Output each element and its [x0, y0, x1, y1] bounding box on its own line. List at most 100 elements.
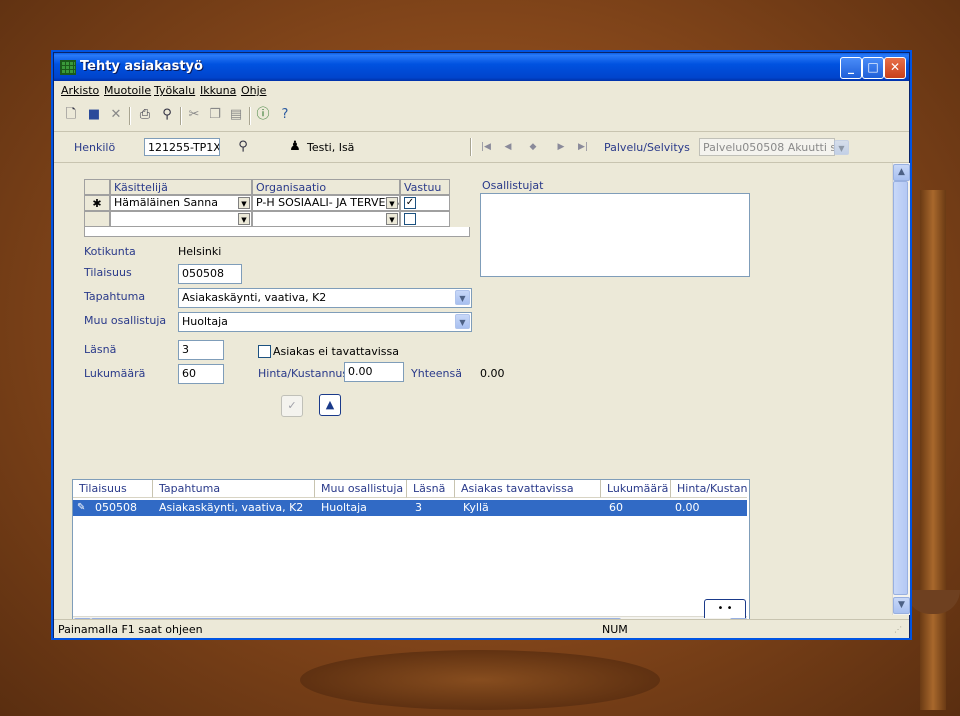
status-num-indicator: NUM — [602, 623, 628, 636]
minimize-button[interactable]: _ — [840, 57, 862, 79]
row-muu-osallistuja: Huoltaja — [321, 501, 367, 514]
window-title: Tehty asiakastyö — [80, 59, 203, 74]
lukumaara-input[interactable]: 60 — [178, 364, 224, 384]
status-help-text: Painamalla F1 saat ohjeen — [58, 623, 203, 636]
form-content: Käsittelijä Organisaatio Vastuu ✱ Hämälä… — [54, 163, 892, 635]
kasittelija-dropdown-arrow-icon[interactable]: ▼ — [238, 213, 250, 225]
paste-icon[interactable]: ▤ — [227, 106, 245, 124]
move-up-button[interactable]: ▲ — [319, 394, 341, 416]
menu-bar: Arkisto Muotoile Työkalu Ikkuna Ohje — [54, 81, 909, 101]
previous-record-button[interactable]: ◀ — [501, 141, 515, 153]
muu-osallistuja-dropdown-arrow-icon[interactable]: ▼ — [455, 314, 470, 329]
henkilo-input[interactable]: 121255-TP1X — [144, 138, 220, 156]
toolbar-separator — [249, 107, 251, 125]
copy-icon[interactable]: ❐ — [206, 106, 224, 124]
person-search-icon[interactable]: ⚲ — [234, 138, 252, 156]
menu-tyokalu[interactable]: Työkalu — [154, 84, 195, 97]
person-icon: ♟ — [289, 139, 301, 154]
column-header-asiakas-tavattavissa[interactable]: Asiakas tavattavissa — [455, 480, 601, 498]
current-record-button[interactable]: ◆ — [526, 141, 540, 153]
row-lasna: 3 — [415, 501, 422, 514]
column-header-muu-osallistuja[interactable]: Muu osallistuja — [315, 480, 407, 498]
background-base-decoration — [300, 650, 660, 710]
vastuu-checkbox[interactable] — [404, 213, 416, 225]
status-bar: Painamalla F1 saat ohjeen NUM ⋰ — [54, 619, 909, 638]
toolbar: 🗋 ■ ✕ ⎙ ⚲ ✂ ❐ ▤ ⓘ ? — [54, 103, 909, 129]
toolbar-separator — [180, 107, 182, 125]
bottom-action-button[interactable]: • • — [704, 599, 746, 618]
grid-header-kasittelija[interactable]: Käsittelijä — [110, 179, 252, 195]
kotikunta-value: Helsinki — [178, 245, 222, 258]
grid-header-organisaatio[interactable]: Organisaatio — [252, 179, 400, 195]
grid-header-vastuu[interactable]: Vastuu — [400, 179, 450, 195]
find-icon[interactable]: ⚲ — [158, 106, 176, 124]
kasittelija-dropdown-arrow-icon[interactable]: ▼ — [238, 197, 250, 209]
menu-ikkuna[interactable]: Ikkuna — [200, 84, 236, 97]
row-asiakas-tavattavissa: Kyllä — [463, 501, 489, 514]
muu-osallistuja-label: Muu osallistuja — [84, 314, 167, 327]
first-record-button[interactable]: |◀ — [479, 141, 493, 153]
row-hinta: 0.00 — [675, 501, 700, 514]
pencil-edit-icon: ✎ — [77, 502, 86, 513]
info-icon[interactable]: ⓘ — [254, 106, 272, 124]
hinta-input[interactable]: 0.00 — [344, 362, 404, 382]
resize-grip-icon[interactable]: ⋰ — [894, 624, 906, 636]
app-window: Tehty asiakastyö _ □ ✕ Arkisto Muotoile … — [53, 52, 910, 638]
kasittelija-cell-empty[interactable] — [110, 211, 252, 227]
app-grid-icon — [60, 60, 76, 75]
ei-tavattavissa-label: Asiakas ei tavattavissa — [273, 345, 399, 358]
help-icon[interactable]: ? — [276, 106, 294, 124]
tapahtuma-select[interactable]: Asiakaskäynti, vaativa, K2 — [178, 288, 472, 308]
palvelu-dropdown-arrow-icon[interactable]: ▼ — [834, 140, 849, 155]
osallistujat-list[interactable] — [480, 193, 750, 277]
window-vertical-scrollbar[interactable]: ▲ ▼ — [892, 163, 910, 615]
person-nav-bar: Henkilö 121255-TP1X ⚲ ♟ Testi, Isä |◀ ◀ … — [54, 131, 909, 163]
muu-osallistuja-select[interactable]: Huoltaja — [178, 312, 472, 332]
column-header-tilaisuus[interactable]: Tilaisuus — [73, 480, 153, 498]
scroll-down-arrow-icon[interactable]: ▼ — [893, 597, 910, 614]
title-bar[interactable]: Tehty asiakastyö _ □ ✕ — [54, 53, 909, 81]
column-header-tapahtuma[interactable]: Tapahtuma — [153, 480, 315, 498]
osallistujat-label: Osallistujat — [482, 179, 544, 192]
column-header-lukumaara[interactable]: Lukumäärä — [601, 480, 671, 498]
organisaatio-dropdown-arrow-icon[interactable]: ▼ — [386, 197, 398, 209]
close-button[interactable]: ✕ — [884, 57, 906, 79]
accept-check-button[interactable]: ✓ — [281, 395, 303, 417]
vastuu-checkbox[interactable]: ✓ — [404, 197, 416, 209]
nav-separator — [470, 138, 472, 156]
menu-ohje[interactable]: Ohje — [241, 84, 266, 97]
lukumaara-label: Lukumäärä — [84, 367, 146, 380]
tapahtuma-label: Tapahtuma — [84, 290, 146, 303]
ei-tavattavissa-checkbox[interactable] — [258, 345, 271, 358]
kotikunta-label: Kotikunta — [84, 245, 136, 258]
kasittelija-cell[interactable]: Hämäläinen Sanna — [110, 195, 252, 211]
organisaatio-dropdown-arrow-icon[interactable]: ▼ — [386, 213, 398, 225]
vertical-scroll-thumb[interactable] — [893, 181, 908, 595]
maximize-button[interactable]: □ — [862, 57, 884, 79]
lasna-input[interactable]: 3 — [178, 340, 224, 360]
grid-filler — [84, 227, 470, 237]
tapahtuma-dropdown-arrow-icon[interactable]: ▼ — [455, 290, 470, 305]
print-icon[interactable]: ⎙ — [136, 106, 154, 124]
cut-icon[interactable]: ✂ — [185, 106, 203, 124]
save-icon[interactable]: ■ — [85, 106, 103, 124]
delete-icon[interactable]: ✕ — [107, 106, 125, 124]
organisaatio-cell-empty[interactable] — [252, 211, 400, 227]
yhteensa-value: 0.00 — [480, 367, 505, 380]
tilaisuus-input[interactable]: 050508 — [178, 264, 242, 284]
new-document-icon[interactable]: 🗋 — [62, 106, 80, 124]
row-marker-new: ✱ — [84, 195, 110, 211]
background-scale-pan-decoration — [906, 590, 960, 614]
last-record-button[interactable]: ▶| — [576, 141, 590, 153]
palvelu-select[interactable]: Palvelu050508 Akuutti sosiaa — [699, 138, 835, 156]
menu-arkisto[interactable]: Arkisto — [61, 84, 99, 97]
henkilo-label: Henkilö — [74, 141, 116, 154]
menu-muotoile[interactable]: Muotoile — [104, 84, 151, 97]
column-header-lasna[interactable]: Läsnä — [407, 480, 455, 498]
lasna-label: Läsnä — [84, 343, 117, 356]
column-header-hinta[interactable]: Hinta/Kustannu — [671, 480, 747, 498]
scroll-up-arrow-icon[interactable]: ▲ — [893, 164, 910, 181]
organisaatio-cell[interactable]: P-H SOSIAALI- JA TERVEYS — [252, 195, 400, 211]
hinta-label: Hinta/Kustannus — [258, 367, 349, 380]
next-record-button[interactable]: ▶ — [554, 141, 568, 153]
